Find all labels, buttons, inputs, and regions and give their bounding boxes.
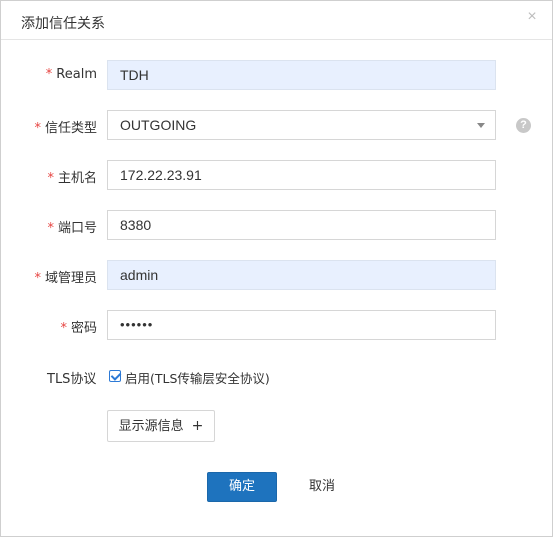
- port-input[interactable]: 8380: [107, 210, 496, 240]
- required-mark: *: [47, 221, 54, 236]
- ok-button[interactable]: 确定: [207, 472, 277, 502]
- domain-admin-label: * 域管理员: [34, 267, 97, 286]
- required-mark: *: [45, 67, 53, 82]
- tls-row: TLS协议 启用(TLS传输层安全协议): [1, 368, 553, 387]
- tls-checkbox[interactable]: [109, 370, 121, 382]
- realm-label-text: Realm: [56, 67, 97, 82]
- dialog-header: 添加信任关系 ×: [1, 1, 552, 40]
- trust-type-select[interactable]: OUTGOING: [107, 110, 496, 140]
- realm-label: * Realm: [46, 67, 97, 82]
- help-icon[interactable]: ?: [516, 118, 531, 133]
- trust-type-row: * 信任类型 OUTGOING ?: [1, 110, 553, 140]
- hostname-label-text: 主机名: [57, 171, 97, 186]
- required-mark: *: [34, 271, 41, 286]
- port-row: * 端口号 8380: [1, 210, 553, 240]
- trust-type-value: OUTGOING: [120, 117, 197, 133]
- dialog-title: 添加信任关系: [21, 16, 105, 32]
- chevron-down-icon: [477, 123, 485, 128]
- show-source-info-label: 显示源信息: [118, 419, 184, 434]
- hostname-row: * 主机名 172.22.23.91: [1, 160, 553, 190]
- port-label: * 端口号: [47, 217, 97, 236]
- tls-option-text[interactable]: 启用(TLS传输层安全协议): [125, 368, 270, 387]
- password-label-text: 密码: [70, 321, 97, 336]
- domain-admin-input[interactable]: admin: [107, 260, 496, 290]
- add-trust-dialog: 添加信任关系 × * Realm TDH * 信任类型 OUTGOING ? * 主机…: [0, 0, 553, 537]
- password-row: * 密码 ••••••: [1, 310, 553, 340]
- required-mark: *: [34, 121, 41, 136]
- plus-icon: +: [191, 418, 204, 434]
- realm-row: * Realm TDH: [1, 60, 553, 90]
- trust-type-label-text: 信任类型: [44, 121, 97, 136]
- port-label-text: 端口号: [57, 221, 97, 236]
- hostname-input[interactable]: 172.22.23.91: [107, 160, 496, 190]
- trust-type-label: * 信任类型: [34, 117, 97, 136]
- hostname-label: * 主机名: [47, 167, 97, 186]
- cancel-button[interactable]: 取消: [293, 472, 351, 502]
- domain-admin-label-text: 域管理员: [44, 271, 97, 286]
- domain-admin-row: * 域管理员 admin: [1, 260, 553, 290]
- required-mark: *: [47, 171, 54, 186]
- show-source-info-button[interactable]: 显示源信息 +: [107, 410, 215, 442]
- password-label: * 密码: [60, 317, 97, 336]
- tls-label: TLS协议: [47, 372, 97, 387]
- close-icon[interactable]: ×: [525, 9, 539, 25]
- required-mark: *: [60, 321, 67, 336]
- password-input[interactable]: ••••••: [107, 310, 496, 340]
- realm-input[interactable]: TDH: [107, 60, 496, 90]
